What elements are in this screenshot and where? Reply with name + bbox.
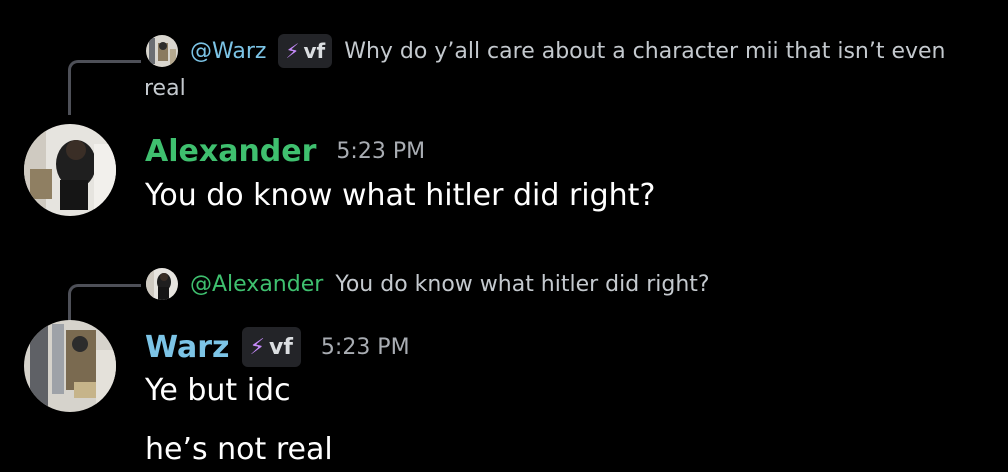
reply-mention[interactable]: @Warz bbox=[190, 39, 266, 64]
message-content: You do know what hitler did right? bbox=[145, 178, 656, 213]
server-tag-label: vf bbox=[268, 334, 293, 360]
chat-page: @Warz ⚡ vf Why do y’all care about a cha… bbox=[0, 0, 1008, 472]
author-name[interactable]: Alexander bbox=[145, 134, 316, 169]
reply-text[interactable]: Why do y’all care about a character mii … bbox=[344, 39, 945, 64]
reply-text-continued[interactable]: real bbox=[144, 70, 186, 108]
message-header: Alexander 5:23 PM bbox=[145, 131, 425, 171]
lightning-bolt-icon: ⚡ bbox=[249, 334, 265, 360]
reply-text[interactable]: You do know what hitler did right? bbox=[335, 272, 709, 297]
reply-mention[interactable]: @Alexander bbox=[190, 272, 323, 297]
avatar-warz[interactable] bbox=[24, 320, 116, 412]
reply-avatar-warz[interactable] bbox=[146, 35, 178, 67]
server-tag-label: vf bbox=[303, 39, 326, 63]
reply-preview[interactable]: @Alexander You do know what hitler did r… bbox=[146, 268, 710, 300]
reply-connector bbox=[68, 60, 141, 115]
avatar-alexander[interactable] bbox=[24, 124, 116, 216]
message-content: he’s not real bbox=[145, 432, 333, 467]
server-tag[interactable]: ⚡ vf bbox=[278, 34, 333, 68]
reply-avatar-alexander[interactable] bbox=[146, 268, 178, 300]
lightning-bolt-icon: ⚡ bbox=[285, 39, 300, 63]
reply-connector bbox=[68, 284, 141, 321]
message-header: Warz ⚡ vf 5:23 PM bbox=[145, 326, 410, 368]
timestamp[interactable]: 5:23 PM bbox=[321, 335, 410, 360]
timestamp[interactable]: 5:23 PM bbox=[336, 139, 425, 164]
reply-preview[interactable]: @Warz ⚡ vf Why do y’all care about a cha… bbox=[146, 34, 946, 68]
author-name[interactable]: Warz bbox=[145, 330, 230, 365]
message-content: Ye but idc bbox=[145, 373, 291, 408]
server-tag[interactable]: ⚡ vf bbox=[241, 327, 301, 367]
